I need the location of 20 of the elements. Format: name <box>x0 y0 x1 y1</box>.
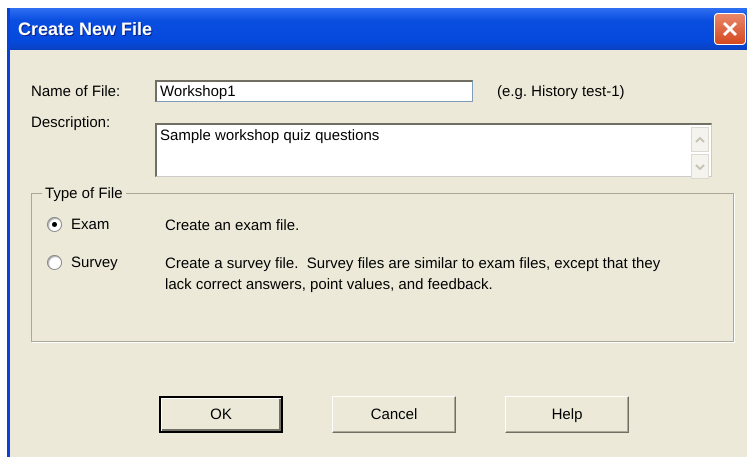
close-button[interactable] <box>714 13 746 45</box>
field-label: Description: <box>31 114 112 131</box>
caret-up-icon <box>695 136 705 142</box>
option-description: Create an exam file. <box>165 216 300 236</box>
field-label: Name of File: <box>31 82 122 100</box>
input-field[interactable]: Workshop1 <box>155 80 473 102</box>
option-description: Create a survey file. Survey files are similar to exam files, except that they lack correct answers, point values, and feedback. <box>165 254 662 295</box>
hint-text: (e.g. History test-1) <box>497 82 625 100</box>
window-title: Create New File <box>18 18 152 40</box>
dialog-button[interactable]: Help <box>505 396 629 433</box>
description-field[interactable]: Sample workshop quiz questions <box>155 123 712 177</box>
radio-button[interactable] <box>47 255 62 270</box>
radio-label[interactable]: Survey <box>71 254 118 271</box>
caret-down-icon <box>695 164 705 170</box>
ok-button[interactable]: OK <box>159 396 283 433</box>
group-title: Type of File <box>44 185 124 202</box>
dialog-button[interactable]: Cancel <box>332 396 456 433</box>
radio-label[interactable]: Exam <box>71 216 110 233</box>
radio-button[interactable] <box>47 217 62 232</box>
close-icon <box>720 19 740 39</box>
